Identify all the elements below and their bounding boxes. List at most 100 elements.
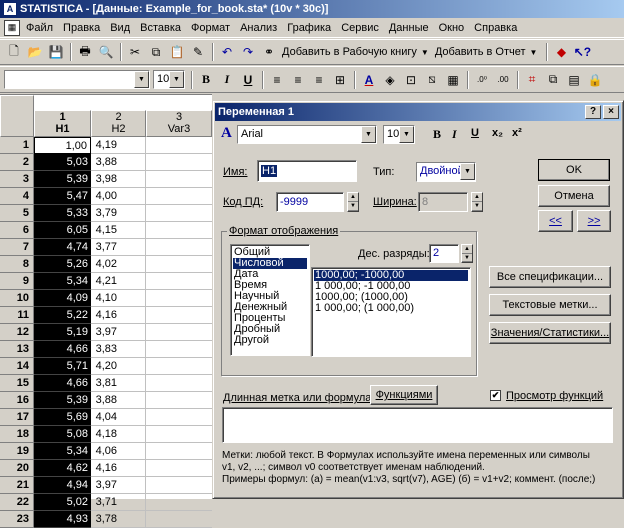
cell-var3[interactable]	[146, 494, 212, 511]
add-to-report-button[interactable]: Добавить в Отчет	[435, 46, 526, 58]
cut-icon[interactable]: ✂	[125, 42, 145, 62]
column-header[interactable]: 1 H1	[34, 110, 91, 137]
cell-h2[interactable]: 4,21	[91, 273, 146, 290]
cancel-button[interactable]: Отмена	[538, 185, 610, 207]
menu-item-3[interactable]: Вставка	[135, 18, 186, 38]
format-painter-icon[interactable]: ✎	[188, 42, 208, 62]
cases-icon[interactable]: ⧉	[543, 70, 563, 90]
cell-var3[interactable]	[146, 324, 212, 341]
decimals-field[interactable]: 2	[429, 244, 459, 263]
dialog-size-combo[interactable]: 10 ▼	[383, 125, 415, 144]
cell-var3[interactable]	[146, 392, 212, 409]
print-preview-icon[interactable]: 🔍	[96, 42, 116, 62]
prev-variable-button[interactable]: <<	[538, 210, 573, 232]
functions-button[interactable]: Функциями	[370, 385, 438, 405]
chevron-down-icon[interactable]: ▼	[134, 71, 149, 88]
cell-h1[interactable]: 5,34	[34, 273, 91, 290]
cell-h1[interactable]: 5,34	[34, 443, 91, 460]
subscript-icon[interactable]: x₂	[492, 127, 503, 139]
cell-var3[interactable]	[146, 511, 212, 528]
spin-up-icon[interactable]: ▲	[348, 193, 358, 202]
cell-var3[interactable]	[146, 307, 212, 324]
cell-h2[interactable]: 3,88	[91, 392, 146, 409]
fill-color-icon[interactable]: ◈	[380, 70, 400, 90]
cell-var3[interactable]	[146, 358, 212, 375]
sheet-menu-icon[interactable]: ▦	[4, 19, 20, 36]
next-variable-button[interactable]: >>	[577, 210, 611, 232]
menu-item-10[interactable]: Справка	[469, 18, 522, 38]
undo-icon[interactable]: ↶	[217, 42, 237, 62]
cell-h1[interactable]: 1,00	[34, 137, 91, 154]
column-header[interactable]: 2 H2	[91, 110, 146, 137]
chevron-down-icon[interactable]: ▼	[399, 126, 414, 143]
values-stats-button[interactable]: Значения/Статистики...	[489, 322, 611, 344]
format-type-list[interactable]: Общий Числовой Дата Время Научный Денежный Про…	[230, 244, 310, 356]
dialog-underline-icon[interactable]: U	[471, 127, 479, 139]
cell-h2[interactable]: 3,78	[91, 511, 146, 528]
format-type-item[interactable]: Другой	[233, 335, 307, 346]
underline-icon[interactable]: U	[238, 70, 258, 90]
close-button[interactable]: ×	[603, 105, 619, 119]
paste-icon[interactable]: 📋	[167, 42, 187, 62]
md-code-field[interactable]: -9999	[276, 192, 344, 212]
chevron-down-icon[interactable]: ▼	[169, 71, 184, 88]
menu-item-6[interactable]: Графика	[282, 18, 336, 38]
row-header[interactable]: 3	[0, 171, 34, 188]
row-header[interactable]: 18	[0, 426, 34, 443]
help-pointer-icon[interactable]: ↖?	[572, 42, 592, 62]
dialog-bold-icon[interactable]: B	[433, 127, 441, 142]
cell-h2[interactable]: 4,20	[91, 358, 146, 375]
cell-h1[interactable]: 5,22	[34, 307, 91, 324]
cell-h1[interactable]: 5,08	[34, 426, 91, 443]
copy-icon[interactable]: ⧉	[146, 42, 166, 62]
row-header[interactable]: 22	[0, 494, 34, 511]
align-right-icon[interactable]: ≡	[309, 70, 329, 90]
menu-item-4[interactable]: Формат	[186, 18, 235, 38]
open-folder-icon[interactable]: 📂	[25, 42, 45, 62]
cell-var3[interactable]	[146, 375, 212, 392]
font-size-combo[interactable]: 10 ▼	[153, 70, 185, 89]
row-header[interactable]: 9	[0, 273, 34, 290]
help-button[interactable]: ?	[585, 105, 601, 119]
cell-var3[interactable]	[146, 409, 212, 426]
cell-h1[interactable]: 5,26	[34, 256, 91, 273]
menu-item-9[interactable]: Окно	[434, 18, 470, 38]
text-labels-button[interactable]: Текстовые метки...	[489, 294, 611, 316]
cell-h2[interactable]: 3,97	[91, 324, 146, 341]
row-header[interactable]: 1	[0, 137, 34, 154]
cell-h2[interactable]: 4,10	[91, 290, 146, 307]
row-header[interactable]: 6	[0, 222, 34, 239]
cell-var3[interactable]	[146, 273, 212, 290]
cell-h1[interactable]: 4,74	[34, 239, 91, 256]
decrease-decimals-icon[interactable]: .00	[493, 70, 513, 90]
bold-icon[interactable]: B	[196, 70, 216, 90]
cell-h1[interactable]: 5,47	[34, 188, 91, 205]
cell-var3[interactable]	[146, 290, 212, 307]
cell-h2[interactable]: 4,16	[91, 460, 146, 477]
cell-h2[interactable]: 4,00	[91, 188, 146, 205]
row-header[interactable]: 17	[0, 409, 34, 426]
cell-var3[interactable]	[146, 426, 212, 443]
cell-h2[interactable]: 3,79	[91, 205, 146, 222]
cell-var3[interactable]	[146, 171, 212, 188]
cell-h2[interactable]: 3,88	[91, 154, 146, 171]
cell-h2[interactable]: 4,04	[91, 409, 146, 426]
chevron-down-icon[interactable]: ▼	[460, 163, 475, 180]
increase-decimals-icon[interactable]: .0⁰	[472, 70, 492, 90]
borders-icon[interactable]: ⊡	[401, 70, 421, 90]
cell-h1[interactable]: 5,03	[34, 154, 91, 171]
grid-icon[interactable]: ▦	[443, 70, 463, 90]
row-header[interactable]: 14	[0, 358, 34, 375]
cell-h2[interactable]: 4,18	[91, 426, 146, 443]
preview-checkbox[interactable]: ✔	[490, 390, 501, 401]
chevron-down-icon[interactable]: ▼	[361, 126, 376, 143]
chevron-down-icon[interactable]: ▼	[530, 48, 538, 57]
cell-var3[interactable]	[146, 341, 212, 358]
decimals-spinner[interactable]: ▲ ▼	[461, 244, 473, 263]
row-header[interactable]: 5	[0, 205, 34, 222]
format-pattern-item[interactable]: 1 000,00; (1 000,00)	[314, 303, 468, 314]
row-header[interactable]: 13	[0, 341, 34, 358]
style-combo[interactable]: ▼	[4, 70, 150, 89]
cell-h1[interactable]: 4,93	[34, 511, 91, 528]
cell-h2[interactable]: 4,19	[91, 137, 146, 154]
